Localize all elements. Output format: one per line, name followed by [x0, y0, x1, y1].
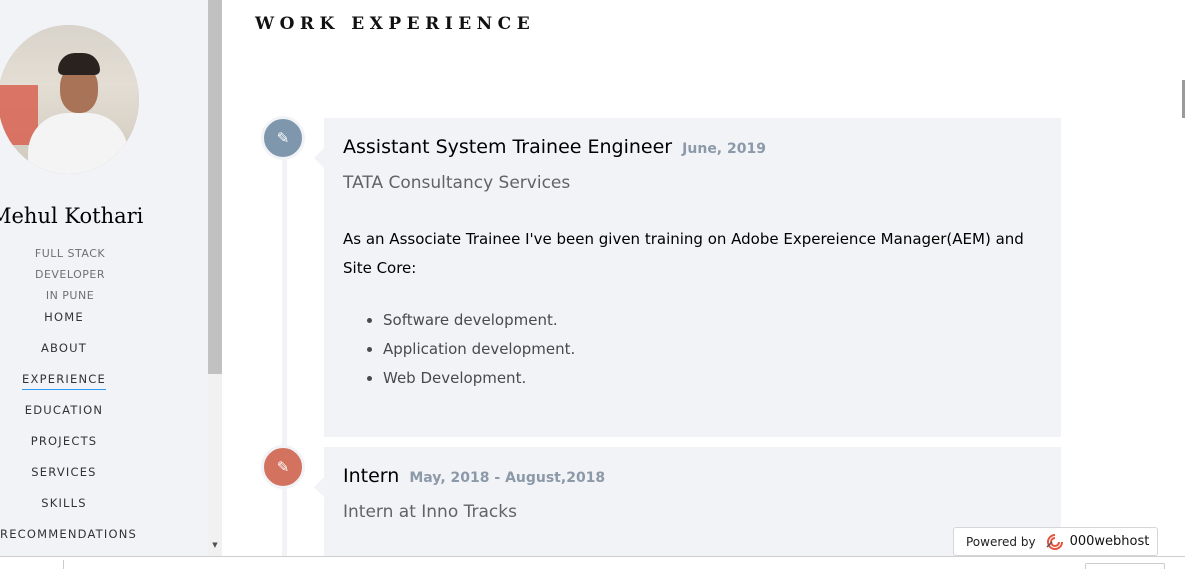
menu-item-label: EXPERIENCE	[22, 370, 106, 390]
company-name: Intern at Inno Tracks	[343, 502, 517, 522]
webhost-brand: 000webhost	[1069, 534, 1150, 549]
job-title: Assistant System Trainee Engineer	[343, 136, 673, 158]
menu-item-projects[interactable]: PROJECTS	[0, 432, 128, 463]
menu-item-label: EDUCATION	[24, 403, 104, 417]
menu-item-about[interactable]: ABOUT	[0, 339, 128, 370]
menu-item-services[interactable]: SERVICES	[0, 463, 128, 494]
menu-item-recommendations[interactable]: RECOMMENDATIONS	[0, 525, 136, 556]
menu-item-education[interactable]: EDUCATION	[0, 401, 128, 432]
menu-item-experience[interactable]: EXPERIENCE	[0, 370, 128, 401]
menu-item-label: SERVICES	[31, 465, 97, 479]
menu-item-skills[interactable]: SKILLS	[0, 494, 128, 525]
menu-item-label: SKILLS	[41, 496, 87, 510]
sidebar: Mehul Kothari FULL STACK DEVELOPER IN PU…	[0, 0, 208, 556]
experience-card: Assistant System Trainee Engineer June, …	[314, 118, 1061, 437]
powered-by-label: Powered by	[966, 534, 1036, 549]
bullet-item: Application development.	[383, 335, 575, 364]
job-date: May, 2018 - August,2018	[409, 470, 606, 486]
scroll-down-arrow-icon[interactable]: ▼	[210, 540, 220, 550]
sidebar-menu: HOME ABOUT EXPERIENCE EDUCATION PROJECTS…	[0, 308, 136, 556]
menu-item-label: PROJECTS	[30, 434, 98, 448]
bullet-item: Web Development.	[383, 364, 575, 393]
pencil-icon: ✎	[261, 445, 305, 489]
experience-card: Intern May, 2018 - August,2018 Intern at…	[314, 447, 1061, 567]
sidebar-scrollbar-thumb[interactable]	[208, 0, 222, 374]
bullet-item: Software development.	[383, 306, 575, 335]
section-heading: WORK EXPERIENCE	[255, 14, 536, 34]
powered-by-badge[interactable]: Powered by 000webhost	[953, 527, 1158, 556]
profile-role-line2: IN PUNE	[45, 289, 95, 302]
bottom-field	[1085, 563, 1165, 569]
menu-item-label: RECOMMENDATIONS	[0, 527, 138, 541]
pencil-icon: ✎	[261, 116, 305, 160]
profile-role: FULL STACK DEVELOPER IN PUNE	[0, 243, 140, 306]
job-description: As an Associate Trainee I've been given …	[343, 230, 1024, 277]
bottom-separator	[63, 560, 64, 569]
job-bullets: Software development. Application develo…	[383, 306, 575, 393]
bottom-bar	[0, 556, 1185, 569]
menu-item-label: ABOUT	[40, 341, 88, 355]
profile-avatar	[0, 25, 139, 174]
job-title-row: Intern May, 2018 - August,2018	[343, 465, 605, 487]
menu-item-home[interactable]: HOME	[0, 308, 128, 339]
menu-item-label: HOME	[44, 310, 84, 324]
webhost-logo-icon	[1044, 533, 1064, 551]
job-title: Intern	[343, 465, 400, 487]
timeline-line	[282, 150, 287, 560]
job-title-row: Assistant System Trainee Engineer June, …	[343, 136, 766, 158]
profile-role-line1: FULL STACK DEVELOPER	[34, 247, 106, 281]
profile-name: Mehul Kothari	[0, 204, 144, 228]
job-date: June, 2019	[682, 141, 766, 157]
company-name: TATA Consultancy Services	[343, 173, 571, 193]
